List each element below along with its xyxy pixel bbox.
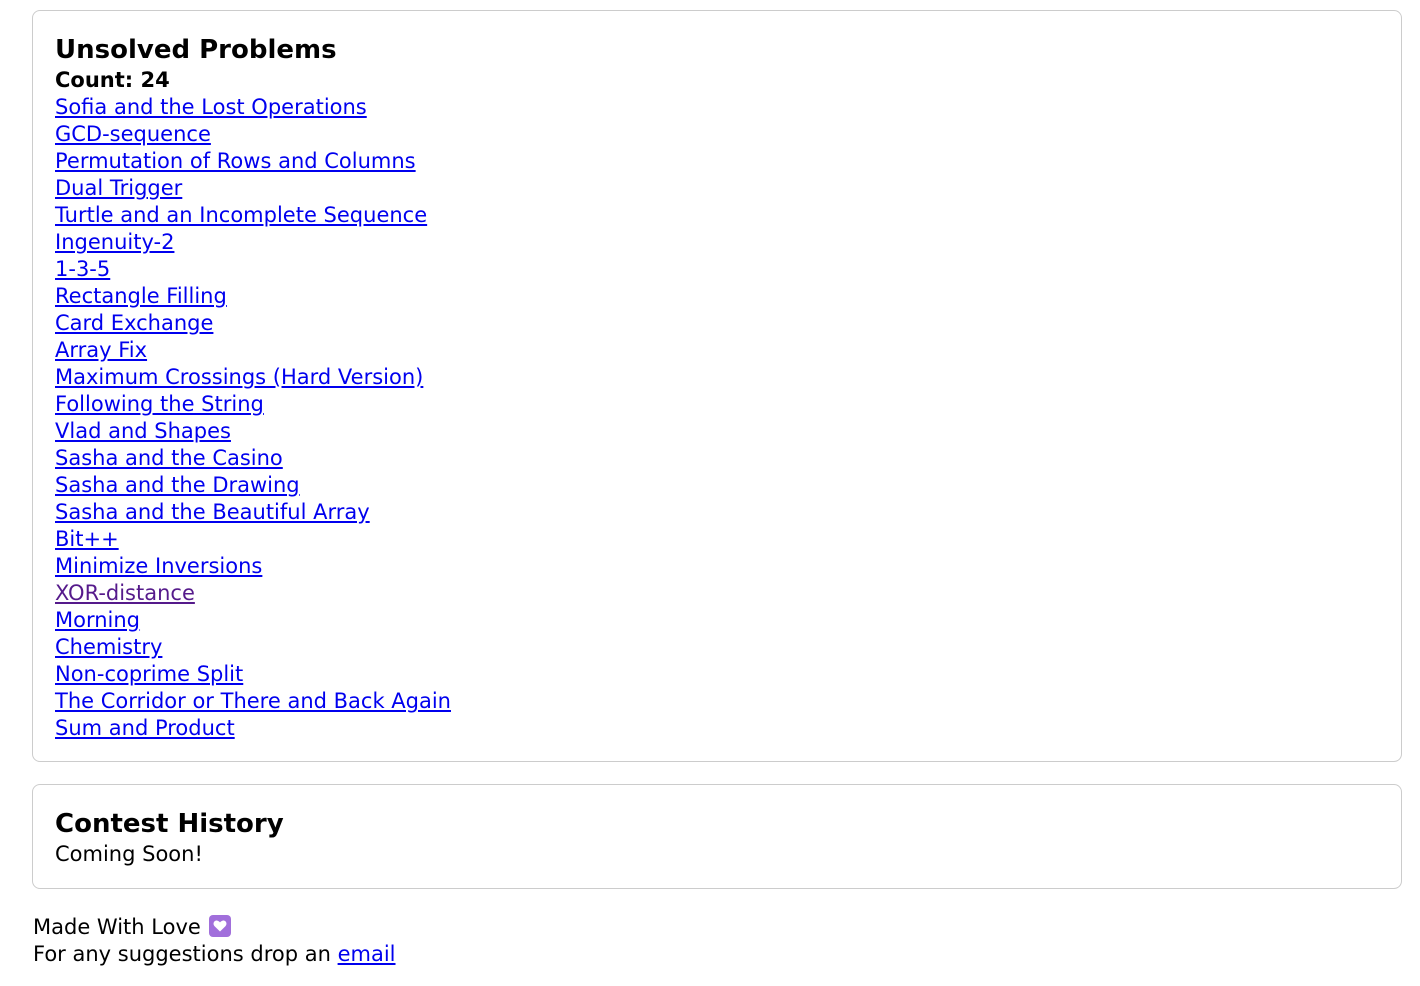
problem-list-item: Sofia and the Lost Operations [55, 94, 1379, 121]
problem-list-item: Permutation of Rows and Columns [55, 148, 1379, 175]
problem-list-item: Minimize Inversions [55, 553, 1379, 580]
problem-link[interactable]: Rectangle Filling [55, 284, 227, 308]
email-link[interactable]: email [338, 942, 396, 966]
problem-list-item: Sum and Product [55, 715, 1379, 742]
unsolved-problems-card: Unsolved Problems Count: 24 Sofia and th… [32, 10, 1402, 762]
made-with-love-text: Made With Love [33, 915, 201, 939]
suggestions-line: For any suggestions drop an email [33, 941, 396, 968]
problem-list-item: Maximum Crossings (Hard Version) [55, 364, 1379, 391]
problem-link[interactable]: Turtle and an Incomplete Sequence [55, 203, 427, 227]
suggestions-text: For any suggestions drop an [33, 942, 338, 966]
problem-link[interactable]: Non-coprime Split [55, 662, 243, 686]
problem-link[interactable]: Sasha and the Casino [55, 446, 283, 470]
problem-link[interactable]: Ingenuity-2 [55, 230, 174, 254]
problem-link[interactable]: Card Exchange [55, 311, 213, 335]
footer: Made With Love For any suggestions drop … [33, 914, 396, 968]
problem-list: Sofia and the Lost Operations GCD-sequenc… [55, 94, 1379, 742]
problem-list-item: Sasha and the Drawing [55, 472, 1379, 499]
problem-link[interactable]: Following the String [55, 392, 264, 416]
problem-link[interactable]: GCD-sequence [55, 122, 211, 146]
problem-link[interactable]: Sasha and the Drawing [55, 473, 300, 497]
problem-link[interactable]: Sofia and the Lost Operations [55, 95, 367, 119]
problem-list-item: The Corridor or There and Back Again [55, 688, 1379, 715]
made-with-love-line: Made With Love [33, 914, 396, 941]
problem-link[interactable]: Maximum Crossings (Hard Version) [55, 365, 423, 389]
problem-list-item: Card Exchange [55, 310, 1379, 337]
problem-link[interactable]: Morning [55, 608, 140, 632]
problem-link[interactable]: Minimize Inversions [55, 554, 262, 578]
problem-list-item: Bit++ [55, 526, 1379, 553]
problem-list-item: Sasha and the Casino [55, 445, 1379, 472]
problem-list-item: Turtle and an Incomplete Sequence [55, 202, 1379, 229]
problem-list-item: Sasha and the Beautiful Array [55, 499, 1379, 526]
problem-link[interactable]: Permutation of Rows and Columns [55, 149, 416, 173]
problem-link[interactable]: Dual Trigger [55, 176, 182, 200]
problem-link[interactable]: Array Fix [55, 338, 147, 362]
problem-count: Count: 24 [55, 68, 170, 92]
problem-list-item: Array Fix [55, 337, 1379, 364]
problem-list-item: Rectangle Filling [55, 283, 1379, 310]
problem-list-item: Chemistry [55, 634, 1379, 661]
problem-list-item: XOR-distance [55, 580, 1379, 607]
contest-history-message: Coming Soon! [55, 842, 203, 866]
contest-history-title: Contest History [55, 809, 284, 839]
problem-link[interactable]: XOR-distance [55, 581, 195, 605]
problem-list-item: Non-coprime Split [55, 661, 1379, 688]
problem-link[interactable]: The Corridor or There and Back Again [55, 689, 451, 713]
problem-list-item: Morning [55, 607, 1379, 634]
problem-link[interactable]: Sum and Product [55, 716, 235, 740]
problem-list-item: GCD-sequence [55, 121, 1379, 148]
problem-link[interactable]: Bit++ [55, 527, 119, 551]
problem-list-item: Dual Trigger [55, 175, 1379, 202]
problem-link[interactable]: Vlad and Shapes [55, 419, 231, 443]
problem-list-item: Following the String [55, 391, 1379, 418]
problem-list-item: Vlad and Shapes [55, 418, 1379, 445]
purple-heart-icon [208, 915, 231, 937]
contest-history-card: Contest History Coming Soon! [32, 784, 1402, 889]
problem-list-item: 1-3-5 [55, 256, 1379, 283]
problem-link[interactable]: Chemistry [55, 635, 162, 659]
problem-link[interactable]: Sasha and the Beautiful Array [55, 500, 370, 524]
problem-link[interactable]: 1-3-5 [55, 257, 110, 281]
problem-list-item: Ingenuity-2 [55, 229, 1379, 256]
unsolved-problems-title: Unsolved Problems [55, 35, 337, 65]
